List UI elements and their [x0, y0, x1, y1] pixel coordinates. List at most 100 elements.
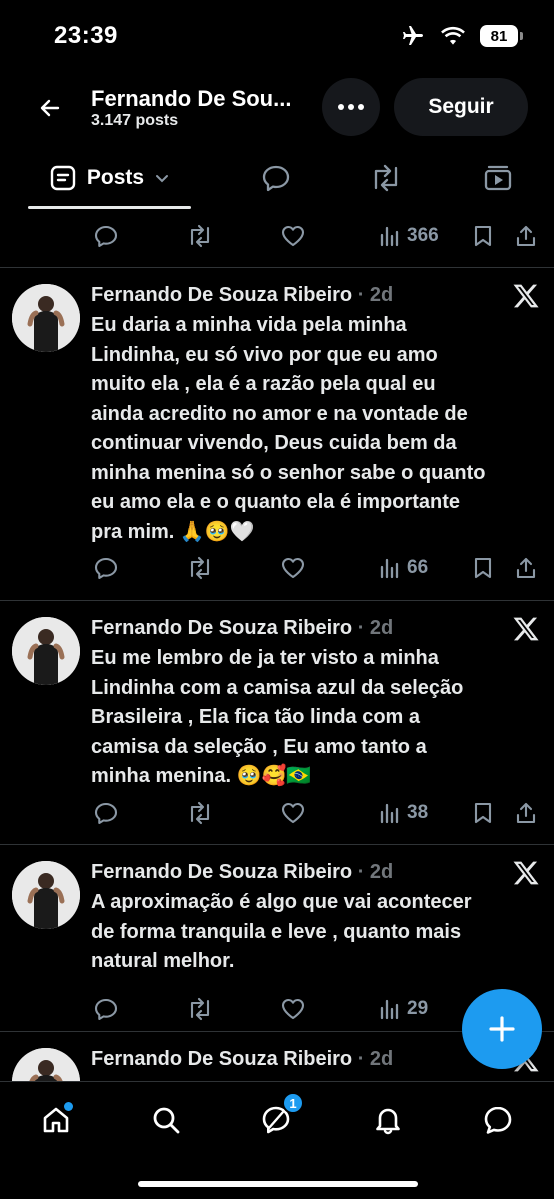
action-row: 38	[0, 793, 554, 833]
views-count: 66	[407, 557, 429, 578]
post-time: · 2d	[352, 1048, 394, 1070]
repost-icon	[190, 801, 210, 825]
nav-search[interactable]	[144, 1098, 188, 1142]
reply-button[interactable]	[93, 989, 119, 1029]
repost-icon	[190, 556, 210, 580]
bookmark-button[interactable]	[472, 216, 494, 256]
post-line: muito ela , ela é a razão pela qual eu	[91, 373, 436, 395]
views-button[interactable]: 29	[378, 989, 428, 1029]
views-button[interactable]: 66	[378, 548, 428, 588]
views-icon	[380, 999, 399, 1020]
posts-icon	[50, 165, 76, 191]
follow-button[interactable]: Seguir	[394, 78, 528, 136]
avatar-photo	[12, 617, 80, 685]
profile-header: Fernando De Sou... 3.147 posts Seguir	[0, 76, 554, 140]
nav-grok[interactable]: 1	[254, 1092, 304, 1142]
nav-home[interactable]	[34, 1098, 78, 1142]
profile-tabs: Posts	[0, 150, 554, 210]
reply-icon	[94, 225, 118, 248]
avatar[interactable]	[12, 1048, 80, 1081]
post[interactable]: Fernando De Souza Ribeiro · 2d Eu me lem…	[0, 601, 554, 844]
like-button[interactable]	[280, 216, 306, 256]
post-text: Eu daria a minha vida pela minha Lindinh…	[91, 311, 531, 547]
tab-media[interactable]	[468, 150, 528, 206]
views-icon	[380, 558, 399, 579]
like-button[interactable]	[280, 989, 306, 1029]
views-icon	[380, 803, 399, 824]
post-line: A aproximação é algo que vai acontecer	[91, 891, 472, 913]
compose-button[interactable]	[462, 989, 542, 1069]
tab-posts[interactable]: Posts	[28, 150, 191, 206]
media-icon	[484, 165, 512, 191]
profile-name: Fernando De Sou...	[91, 86, 292, 111]
reply-button[interactable]	[93, 548, 119, 588]
status-bar: 23:39 81	[0, 0, 554, 72]
post-line: Brasileira , Ela fica tão linda com a	[91, 706, 421, 728]
repost-button[interactable]	[186, 216, 214, 256]
messages-icon	[484, 1106, 512, 1134]
views-button[interactable]: 38	[378, 793, 428, 833]
post-feed: 366 Fernando De Souza Ribeiro · 2d Eu da…	[0, 210, 554, 1081]
bell-icon	[376, 1108, 400, 1135]
reply-button[interactable]	[93, 793, 119, 833]
post-line: Eu daria a minha vida pela minha	[91, 314, 407, 336]
author-name[interactable]: Fernando De Souza Ribeiro	[91, 861, 352, 883]
like-button[interactable]	[280, 548, 306, 588]
bookmark-button[interactable]	[472, 548, 494, 588]
post-line: continuar vivendo, Deus cuida bem da	[91, 432, 457, 454]
avatar[interactable]	[12, 284, 80, 352]
post-author-line: Fernando De Souza Ribeiro · 2d	[91, 1048, 393, 1071]
share-button[interactable]	[514, 216, 538, 256]
post-line: camisa da seleção , Eu amo tanto a	[91, 735, 427, 758]
repost-button[interactable]	[186, 989, 214, 1029]
avatar[interactable]	[12, 861, 80, 929]
reply-icon	[94, 998, 118, 1021]
status-icons: 81	[400, 24, 523, 48]
x-logo-icon	[513, 284, 539, 308]
repost-icon	[374, 164, 398, 192]
tab-reposts[interactable]	[356, 150, 416, 206]
repost-button[interactable]	[186, 548, 214, 588]
views-button[interactable]: 366	[378, 216, 439, 256]
tab-posts-label: Posts	[86, 166, 145, 189]
post-line: Eu me lembro de ja ter visto a minha	[91, 647, 439, 669]
share-icon	[516, 802, 536, 824]
post-line: Lindinha, eu só vivo por que eu amo	[91, 343, 438, 366]
post-time: · 2d	[352, 861, 394, 883]
reply-button[interactable]	[93, 216, 119, 256]
nav-messages[interactable]	[476, 1098, 520, 1142]
avatar-photo	[12, 284, 80, 352]
tab-replies[interactable]	[246, 150, 306, 206]
unread-dot	[64, 1102, 73, 1111]
speech-bubble-icon	[262, 165, 290, 192]
back-button[interactable]	[34, 92, 66, 124]
post[interactable]: Fernando De Souza Ribeiro · 2d Eu daria …	[0, 268, 554, 600]
author-name[interactable]: Fernando De Souza Ribeiro	[91, 617, 352, 639]
heart-icon	[281, 557, 305, 579]
share-button[interactable]	[514, 793, 538, 833]
more-button[interactable]	[322, 78, 380, 136]
post-line: minha menina. 🥹🥰🇧🇷	[91, 765, 312, 787]
repost-button[interactable]	[186, 793, 214, 833]
like-button[interactable]	[280, 793, 306, 833]
reply-icon	[94, 802, 118, 825]
home-indicator	[138, 1181, 418, 1187]
post-author-line: Fernando De Souza Ribeiro · 2d	[91, 617, 393, 640]
author-name[interactable]: Fernando De Souza Ribeiro	[91, 1048, 352, 1070]
share-icon	[516, 557, 536, 579]
action-row-top: 366	[0, 216, 554, 256]
avatar[interactable]	[12, 617, 80, 685]
nav-notifications[interactable]	[366, 1098, 410, 1142]
bookmark-icon	[474, 225, 492, 247]
heart-icon	[281, 998, 305, 1020]
status-time: 23:39	[54, 22, 118, 49]
share-button[interactable]	[514, 548, 538, 588]
bookmark-button[interactable]	[472, 793, 494, 833]
chevron-down-icon	[156, 175, 169, 183]
post-line: ainda acredito no amor e na vontade de	[91, 402, 468, 425]
post-line: minha menina só o senhor sabe o quanto	[91, 461, 486, 484]
author-name[interactable]: Fernando De Souza Ribeiro	[91, 284, 352, 306]
more-icon	[338, 104, 364, 110]
reply-icon	[94, 557, 118, 580]
action-row: 66	[0, 548, 554, 588]
